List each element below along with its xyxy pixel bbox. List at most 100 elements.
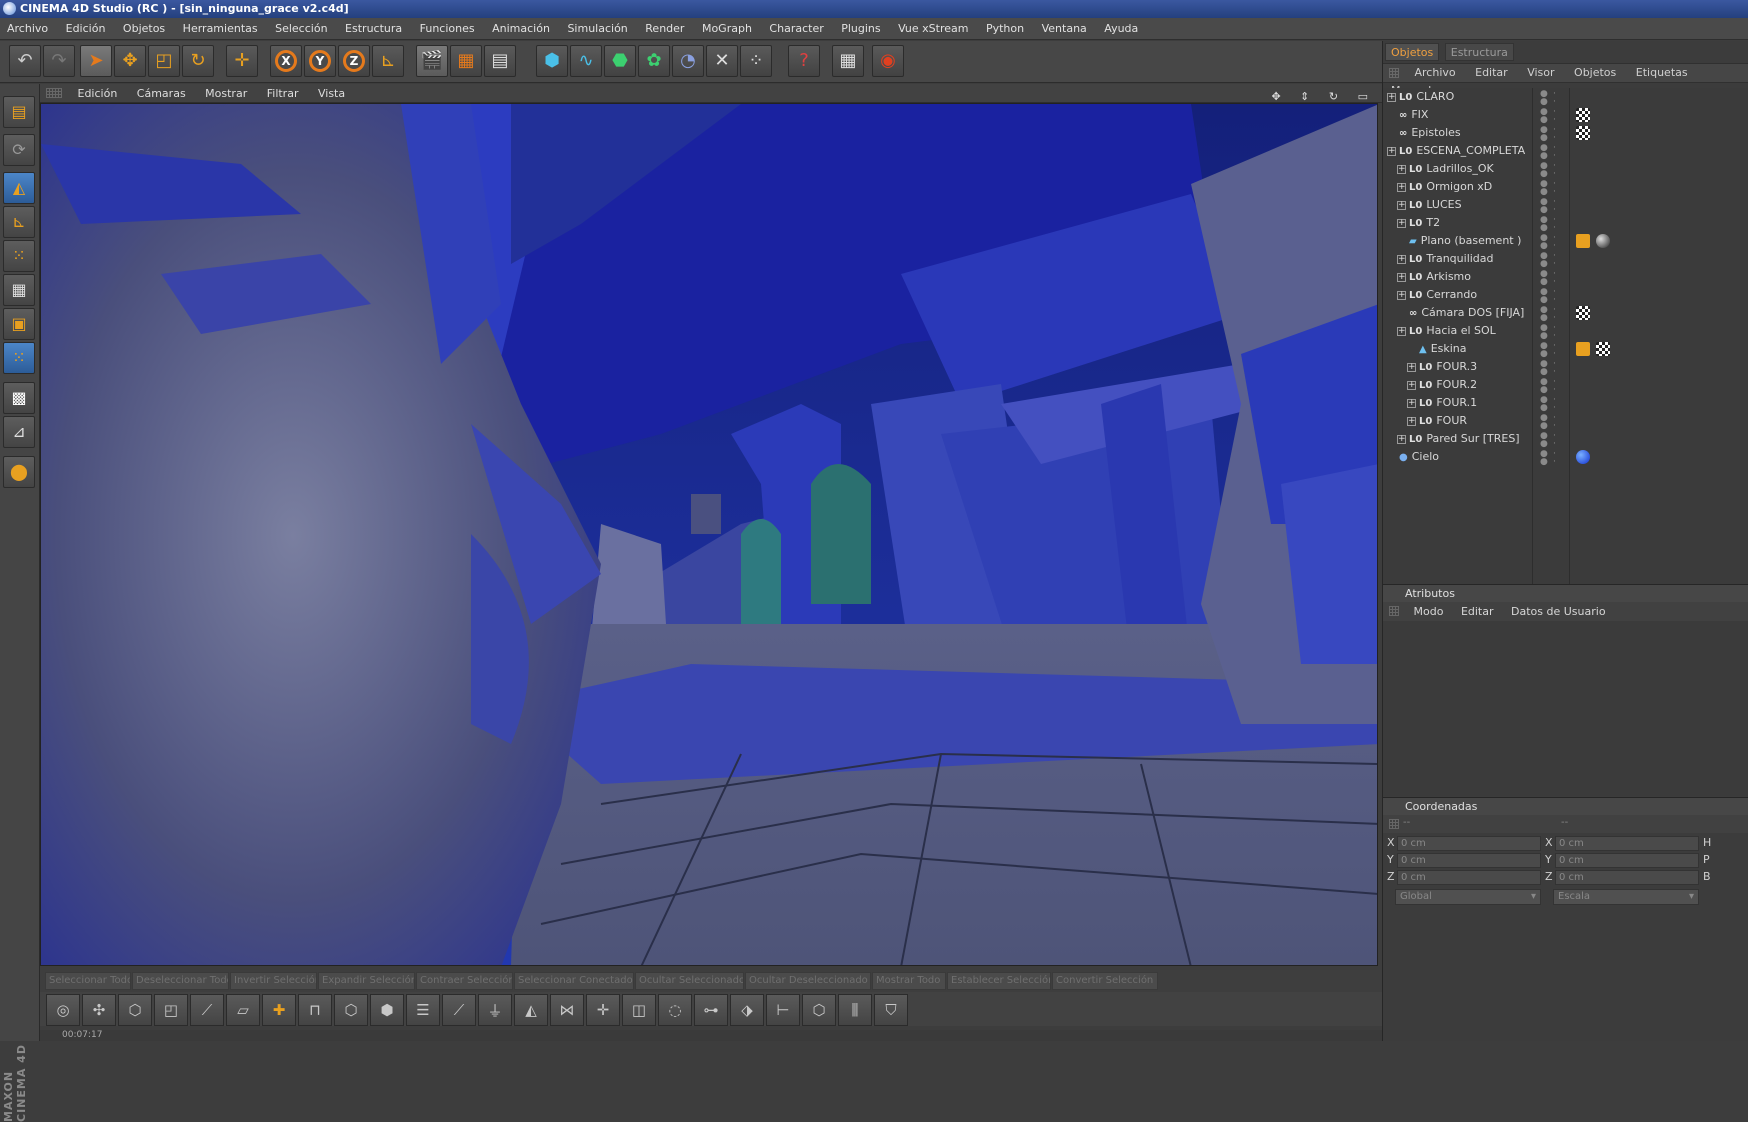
stitch-button[interactable]: ◫ xyxy=(622,994,656,1026)
triangulate-button[interactable]: ⬡ xyxy=(802,994,836,1026)
visibility-dots-icon[interactable]: ● ● xyxy=(1540,378,1548,395)
render-dots-icon[interactable]: · · xyxy=(1553,432,1556,449)
object-row[interactable]: ∞ FIX xyxy=(1387,106,1428,124)
live-select-button[interactable]: ✛ xyxy=(226,45,258,77)
select-connected-button[interactable]: Seleccionar Conectado xyxy=(514,972,634,990)
show-all-button[interactable]: Mostrar Todo xyxy=(872,972,946,990)
menu-character[interactable]: Character xyxy=(762,18,830,40)
select-all-button[interactable]: Seleccionar Todo xyxy=(45,972,131,990)
move-tool-button[interactable]: ✥ xyxy=(114,45,146,77)
menu-vue-xstream[interactable]: Vue xStream xyxy=(891,18,975,40)
object-axis-button[interactable]: ⊾ xyxy=(3,206,35,238)
scale-tool-button[interactable]: ◰ xyxy=(148,45,180,77)
object-row[interactable]: + L0 ESCENA_COMPLETA xyxy=(1387,142,1525,160)
render-dots-icon[interactable]: · · xyxy=(1553,342,1556,359)
render-picture-viewer-button[interactable]: ▦ xyxy=(450,45,482,77)
render-dots-icon[interactable]: · · xyxy=(1553,180,1556,197)
magnet-loop-button[interactable]: ◌ xyxy=(658,994,692,1026)
expand-toggle-icon[interactable]: + xyxy=(1397,272,1406,282)
array-button[interactable]: ✿ xyxy=(638,45,670,77)
expand-toggle-icon[interactable]: + xyxy=(1397,254,1406,264)
align-normals-button[interactable]: ⊢ xyxy=(766,994,800,1026)
expand-toggle-icon[interactable]: + xyxy=(1387,146,1396,156)
web-button[interactable]: ◉ xyxy=(872,45,904,77)
om-menu-etiquetas[interactable]: Etiquetas xyxy=(1628,64,1696,82)
render-dots-icon[interactable]: · · xyxy=(1553,414,1556,431)
render-dots-icon[interactable]: · · xyxy=(1553,144,1556,161)
menu-estructura[interactable]: Estructura xyxy=(338,18,409,40)
coord-size-field[interactable]: 0 cm xyxy=(1555,853,1699,868)
render-view-button[interactable]: 🎬 xyxy=(416,45,448,77)
object-row[interactable]: + L0 Ladrillos_OK xyxy=(1397,160,1494,178)
z-axis-button[interactable]: Z xyxy=(338,45,370,77)
viewport-menu-edicion[interactable]: Edición xyxy=(70,84,126,103)
expand-toggle-icon[interactable]: + xyxy=(1397,326,1406,336)
subdivide-button[interactable]: ⛉ xyxy=(874,994,908,1026)
viewport-menu-mostrar[interactable]: Mostrar xyxy=(197,84,255,103)
expand-toggle-icon[interactable]: + xyxy=(1407,416,1416,426)
3d-viewport[interactable] xyxy=(40,103,1378,966)
scene-button[interactable]: ✕ xyxy=(706,45,738,77)
object-row[interactable]: + L0 T2 xyxy=(1397,214,1440,232)
shrink-selection-button[interactable]: Contraer Selección xyxy=(416,972,513,990)
create-polygon-button[interactable]: ✚ xyxy=(262,994,296,1026)
viewport-menu-camaras[interactable]: Cámaras xyxy=(129,84,194,103)
menu-edicion[interactable]: Edición xyxy=(59,18,113,40)
visibility-dots-icon[interactable]: ● ● xyxy=(1540,288,1548,305)
om-menu-visor[interactable]: Visor xyxy=(1519,64,1562,82)
object-row[interactable]: + L0 CLARO xyxy=(1387,88,1454,106)
render-dots-icon[interactable]: · · xyxy=(1553,396,1556,413)
om-menu-archivo[interactable]: Archivo xyxy=(1407,64,1464,82)
render-dots-icon[interactable]: · · xyxy=(1553,306,1556,323)
tab-objetos[interactable]: Objetos xyxy=(1385,43,1440,61)
visibility-dots-icon[interactable]: ● ● xyxy=(1540,432,1548,449)
iron-button[interactable]: ◭ xyxy=(514,994,548,1026)
make-editable-button[interactable]: ⟳ xyxy=(3,134,35,166)
visibility-dots-icon[interactable]: ● ● xyxy=(1540,180,1548,197)
coord-size-field[interactable]: 0 cm xyxy=(1555,870,1699,885)
coord-position-field[interactable]: 0 cm xyxy=(1397,853,1541,868)
x-axis-button[interactable]: X xyxy=(270,45,302,77)
attr-menu-modo[interactable]: Modo xyxy=(1407,602,1451,621)
visibility-dots-icon[interactable]: ● ● xyxy=(1540,108,1548,125)
loop-select-button[interactable]: ⬡ xyxy=(334,994,368,1026)
object-row[interactable]: + L0 FOUR.1 xyxy=(1407,394,1477,412)
object-row[interactable]: + L0 LUCES xyxy=(1397,196,1462,214)
visibility-dots-icon[interactable]: ● ● xyxy=(1540,162,1548,179)
coord-position-field[interactable]: 0 cm xyxy=(1397,836,1541,851)
visibility-dots-icon[interactable]: ● ● xyxy=(1540,126,1548,143)
mirror-button[interactable]: ⋈ xyxy=(550,994,584,1026)
expand-toggle-icon[interactable]: + xyxy=(1407,362,1416,372)
phong-tag-icon[interactable] xyxy=(1576,234,1590,248)
split-button[interactable]: ⬗ xyxy=(730,994,764,1026)
invert-selection-button[interactable]: Invertir Selección xyxy=(230,972,317,990)
convert-selection-button[interactable]: Convertir Selección xyxy=(1052,972,1158,990)
viewport-menu-filtrar[interactable]: Filtrar xyxy=(259,84,307,103)
menu-ayuda[interactable]: Ayuda xyxy=(1097,18,1145,40)
coordinate-system-button[interactable]: ⊾ xyxy=(372,45,404,77)
cube-button[interactable]: ⬢ xyxy=(536,45,568,77)
object-row[interactable]: + L0 FOUR xyxy=(1407,412,1467,430)
particle-button[interactable]: ⁘ xyxy=(740,45,772,77)
points-mode-button[interactable]: ⁙ xyxy=(3,240,35,272)
render-dots-icon[interactable]: · · xyxy=(1553,234,1556,251)
model-mode-button[interactable]: ◭ xyxy=(3,172,35,204)
viewport-menu-vista[interactable]: Vista xyxy=(310,84,353,103)
spline-button[interactable]: ∿ xyxy=(570,45,602,77)
menu-seleccion[interactable]: Selección xyxy=(268,18,334,40)
menu-herramientas[interactable]: Herramientas xyxy=(176,18,265,40)
object-row[interactable]: ▰ Plano (basement ) xyxy=(1397,232,1521,250)
object-row[interactable]: + L0 FOUR.3 xyxy=(1407,358,1477,376)
tab-estructura[interactable]: Estructura xyxy=(1444,43,1514,61)
menu-python[interactable]: Python xyxy=(979,18,1031,40)
object-row[interactable]: + L0 Ormigon xD xyxy=(1397,178,1492,196)
coord-position-field[interactable]: 0 cm xyxy=(1397,870,1541,885)
expand-toggle-icon[interactable]: + xyxy=(1397,164,1406,174)
menu-mograph[interactable]: MoGraph xyxy=(695,18,759,40)
render-dots-icon[interactable]: · · xyxy=(1553,360,1556,377)
render-dots-icon[interactable]: · · xyxy=(1553,216,1556,233)
expand-toggle-icon[interactable]: + xyxy=(1397,434,1406,444)
visibility-dots-icon[interactable]: ● ● xyxy=(1540,306,1548,323)
render-dots-icon[interactable]: · · xyxy=(1553,162,1556,179)
render-dots-icon[interactable]: · · xyxy=(1553,126,1556,143)
